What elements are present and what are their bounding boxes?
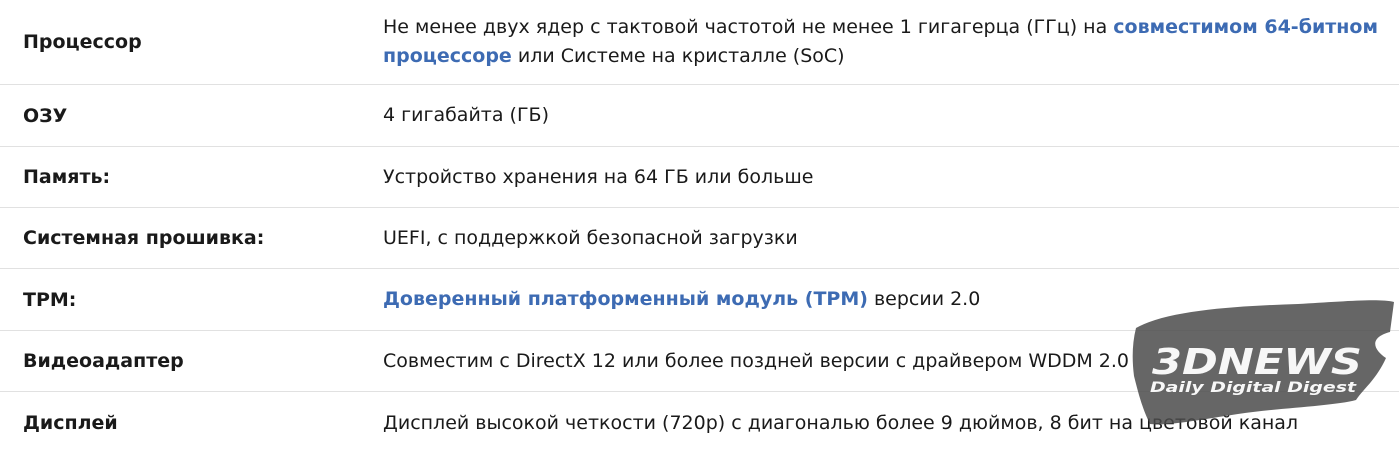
table-row: Процессор Не менее двух ядер с тактовой … (0, 0, 1399, 85)
row-value-processor: Не менее двух ядер с тактовой частотой н… (383, 0, 1389, 84)
table-row: Дисплей Дисплей высокой четкости (720p) … (0, 392, 1399, 454)
system-requirements-table: Процессор Не менее двух ядер с тактовой … (0, 0, 1399, 454)
row-label-display: Дисплей (23, 412, 118, 434)
row-value-graphics: Совместим с DirectX 12 или более поздней… (383, 349, 1130, 372)
row-label-storage: Память: (23, 166, 111, 188)
row-label-ram: ОЗУ (23, 104, 68, 127)
table-row: Память: Устройство хранения на 64 ГБ или… (0, 147, 1399, 208)
row-value-display: Дисплей высокой четкости (720p) с диагон… (383, 411, 1299, 434)
value-text: или Системе на кристалле (SoC) (511, 45, 845, 67)
table-row: Системная прошивка: UEFI, с поддержкой б… (0, 208, 1399, 269)
row-value-firmware: UEFI, с поддержкой безопасной загрузки (383, 226, 798, 249)
table-row: Видеоадаптер Совместим с DirectX 12 или … (0, 331, 1399, 392)
row-value-ram: 4 гигабайта (ГБ) (383, 104, 549, 126)
row-label-graphics: Видеоадаптер (23, 350, 184, 372)
value-text: версии 2.0 (867, 288, 981, 310)
value-text: Не менее двух ядер с тактовой частотой н… (383, 16, 1114, 38)
row-label-tpm: TPM: (23, 288, 77, 311)
row-value-storage: Устройство хранения на 64 ГБ или больше (383, 165, 814, 188)
table-row: TPM: Доверенный платформенный модуль (TP… (0, 269, 1399, 331)
table-row: ОЗУ 4 гигабайта (ГБ) (0, 85, 1399, 147)
tpm-link[interactable]: Доверенный платформенный модуль (TPM) (383, 288, 868, 310)
row-label-processor: Процессор (23, 31, 142, 53)
row-label-firmware: Системная прошивка: (23, 227, 265, 249)
row-value-tpm: Доверенный платформенный модуль (TPM) ве… (383, 269, 1389, 330)
